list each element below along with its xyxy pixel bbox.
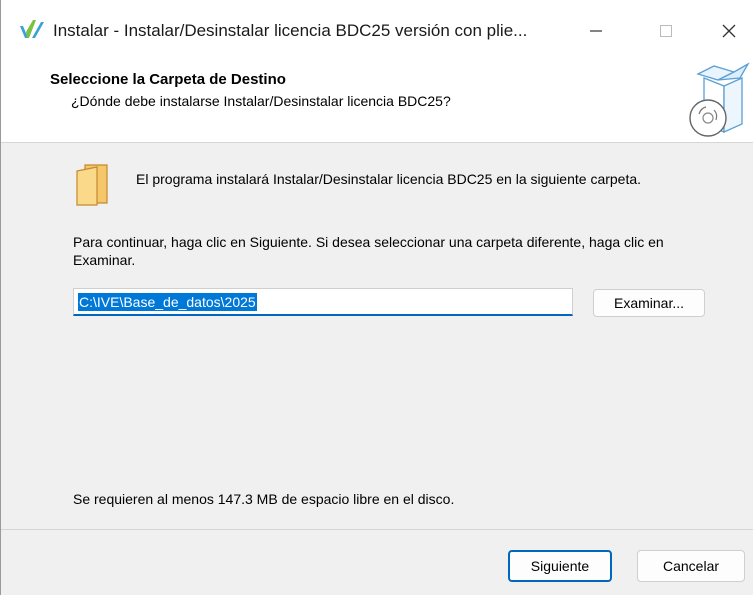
destination-path-input[interactable]: C:\IVE\Base_de_datos\2025 <box>73 288 573 316</box>
window-title: Instalar - Instalar/Desinstalar licencia… <box>53 21 528 40</box>
close-button[interactable] <box>709 14 749 48</box>
minimize-icon <box>590 30 602 32</box>
page-title: Seleccione la Carpeta de Destino <box>50 71 286 88</box>
maximize-icon <box>660 25 672 37</box>
maximize-button[interactable] <box>646 14 686 48</box>
folder-icon <box>75 163 109 207</box>
wizard-header: Seleccione la Carpeta de Destino ¿Dónde … <box>1 60 753 143</box>
disk-space-message: Se requieren al menos 147.3 MB de espaci… <box>73 491 455 507</box>
title-bar: Instalar - Instalar/Desinstalar licencia… <box>1 0 753 60</box>
wizard-footer: Siguiente Cancelar <box>1 530 753 595</box>
install-message: El programa instalará Instalar/Desinstal… <box>136 171 642 187</box>
installer-app-icon <box>19 18 45 40</box>
next-button[interactable]: Siguiente <box>508 550 612 582</box>
content-area: El programa instalará Instalar/Desinstal… <box>1 143 753 529</box>
close-icon <box>722 24 736 38</box>
continue-message: Para continuar, haga clic en Siguiente. … <box>73 234 664 268</box>
installer-window: Instalar - Instalar/Desinstalar licencia… <box>0 0 753 595</box>
browse-button[interactable]: Examinar... <box>593 289 705 317</box>
cancel-button[interactable]: Cancelar <box>637 550 745 582</box>
page-subtitle: ¿Dónde debe instalarse Instalar/Desinsta… <box>71 93 451 109</box>
box-cd-icon <box>684 60 750 138</box>
destination-path-value: C:\IVE\Base_de_datos\2025 <box>78 292 257 311</box>
minimize-button[interactable] <box>576 14 616 48</box>
